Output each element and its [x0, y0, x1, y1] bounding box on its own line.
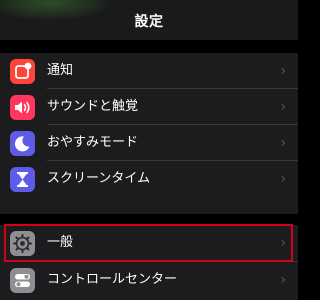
- chevron-right-icon: ›: [280, 135, 286, 151]
- chevron-right-icon: ›: [280, 235, 286, 251]
- settings-group-secondary: 一般 › コントロールセンター ›: [0, 225, 298, 300]
- settings-screen: 設定 通知 › サウンドと触覚 › おやすみモード › スクリーンタイム › 一…: [0, 0, 298, 300]
- toggles-icon: [10, 268, 35, 293]
- notifications-icon: [10, 59, 35, 84]
- settings-group-primary: 通知 › サウンドと触覚 › おやすみモード › スクリーンタイム ›: [0, 53, 298, 214]
- settings-row-label: 通知: [47, 63, 74, 78]
- hourglass-icon: [10, 167, 35, 192]
- settings-row-label: おやすみモード: [47, 135, 139, 150]
- chevron-right-icon: ›: [280, 99, 286, 115]
- chevron-right-icon: ›: [280, 272, 286, 288]
- settings-row-do-not-disturb[interactable]: おやすみモード ›: [0, 125, 298, 161]
- chevron-right-icon: ›: [280, 171, 286, 187]
- settings-row-label: サウンドと触覚: [47, 99, 139, 114]
- moon-icon: [10, 131, 35, 156]
- navigation-bar: 設定: [0, 0, 298, 40]
- speaker-icon: [10, 95, 35, 120]
- chevron-right-icon: ›: [280, 63, 286, 79]
- settings-row-sounds-haptics[interactable]: サウンドと触覚 ›: [0, 89, 298, 125]
- settings-row-notifications[interactable]: 通知 ›: [0, 53, 298, 89]
- settings-row-screen-time[interactable]: スクリーンタイム ›: [0, 161, 298, 197]
- page-title: 設定: [134, 14, 164, 30]
- settings-row-general[interactable]: 一般 ›: [0, 225, 298, 262]
- settings-row-label: 一般: [47, 235, 74, 250]
- settings-row-label: スクリーンタイム: [47, 171, 151, 186]
- gear-icon: [10, 231, 35, 256]
- settings-row-control-center[interactable]: コントロールセンター ›: [0, 262, 298, 298]
- settings-row-label: コントロールセンター: [47, 272, 178, 287]
